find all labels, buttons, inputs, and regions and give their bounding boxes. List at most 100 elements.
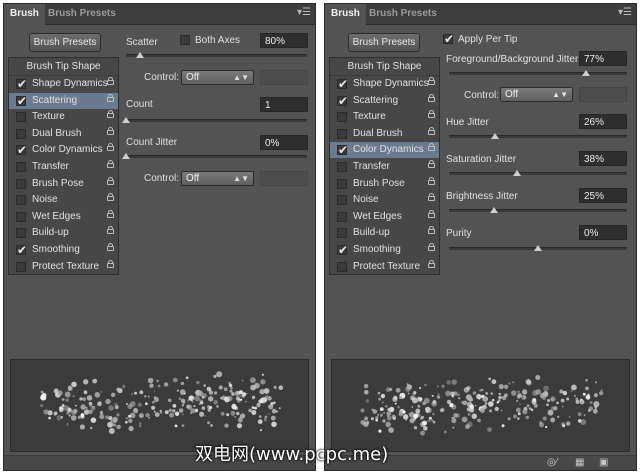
list-item-checkbox[interactable]: [337, 195, 347, 206]
list-item[interactable]: ✔ Color Dynamics: [9, 142, 118, 158]
purity-slider[interactable]: [449, 245, 627, 251]
lock-icon[interactable]: [107, 126, 114, 135]
panel-menu-icon[interactable]: ▾☰: [297, 7, 311, 18]
list-item[interactable]: ✔ Smoothing: [330, 242, 439, 258]
lock-icon[interactable]: [428, 209, 435, 218]
brightness-jitter-slider-thumb[interactable]: [489, 207, 498, 213]
list-item-brush-tip-shape[interactable]: Brush Tip Shape: [330, 58, 439, 76]
list-item-checkbox[interactable]: ✔: [16, 243, 27, 257]
brightness-jitter-value-field[interactable]: 25%: [579, 188, 627, 203]
brightness-jitter-slider[interactable]: [449, 207, 627, 213]
purity-value-field[interactable]: 0%: [579, 225, 627, 240]
list-item[interactable]: ✔ Scattering: [9, 92, 118, 109]
control-select[interactable]: Off ▲▼: [181, 70, 254, 85]
lock-icon[interactable]: [107, 160, 114, 168]
list-item-checkbox[interactable]: [16, 128, 26, 139]
list-item[interactable]: Protect Texture: [9, 259, 118, 275]
lock-icon[interactable]: [107, 176, 114, 185]
list-item[interactable]: Brush Pose: [330, 176, 439, 192]
both-axes-checkbox[interactable]: [180, 35, 190, 45]
lock-icon[interactable]: [107, 110, 114, 119]
lock-icon[interactable]: [107, 209, 114, 218]
lock-icon[interactable]: [428, 193, 435, 202]
list-item[interactable]: ✔ Shape Dynamics: [330, 76, 439, 92]
list-item[interactable]: Build-up: [330, 225, 439, 241]
list-item[interactable]: Transfer: [330, 159, 439, 175]
lock-icon[interactable]: [428, 126, 435, 135]
count-value-field[interactable]: 1: [260, 97, 308, 112]
list-item-checkbox[interactable]: [16, 195, 26, 206]
lock-icon[interactable]: [107, 143, 114, 152]
list-item[interactable]: Build-up: [9, 225, 118, 241]
list-item[interactable]: Protect Texture: [330, 259, 439, 275]
lock-icon[interactable]: [428, 110, 435, 119]
list-item-checkbox[interactable]: ✔: [337, 94, 348, 108]
list-item-checkbox[interactable]: [16, 178, 26, 189]
tab-brush[interactable]: Brush: [4, 4, 45, 25]
list-item[interactable]: ✔ Scattering: [330, 93, 439, 109]
list-item-checkbox[interactable]: [337, 228, 347, 239]
hue-jitter-value-field[interactable]: 26%: [579, 114, 627, 129]
lock-icon[interactable]: [428, 226, 435, 235]
toggle-preview-icon[interactable]: ◎⁄: [547, 457, 557, 468]
list-item[interactable]: Wet Edges: [330, 209, 439, 225]
apply-per-tip-checkbox[interactable]: ✔: [443, 32, 454, 46]
list-item-checkbox[interactable]: ✔: [16, 94, 27, 108]
panel-menu-icon[interactable]: ▾☰: [618, 7, 632, 18]
fg-bg-jitter-slider-thumb[interactable]: [582, 70, 591, 76]
list-item-checkbox[interactable]: [16, 228, 26, 239]
list-item[interactable]: ✔ Smoothing: [9, 242, 118, 258]
hue-jitter-slider[interactable]: [449, 133, 627, 139]
count-jitter-slider-thumb[interactable]: [122, 153, 130, 159]
scatter-slider[interactable]: [126, 52, 307, 58]
purity-slider-thumb[interactable]: [534, 245, 542, 251]
scatter-slider-thumb[interactable]: [136, 52, 145, 58]
list-item-checkbox[interactable]: ✔: [16, 77, 27, 91]
lock-icon[interactable]: [107, 77, 114, 85]
tab-brush[interactable]: Brush: [325, 4, 366, 25]
lock-icon[interactable]: [428, 93, 435, 102]
list-item[interactable]: Dual Brush: [330, 126, 439, 142]
list-item[interactable]: Wet Edges: [9, 209, 118, 225]
lock-icon[interactable]: [107, 243, 114, 251]
list-item[interactable]: Brush Pose: [9, 176, 118, 192]
list-item-checkbox[interactable]: [337, 112, 347, 123]
scatter-value-field[interactable]: 80%: [260, 33, 308, 48]
new-preset-icon[interactable]: ▣: [599, 457, 608, 468]
list-item[interactable]: Noise: [9, 192, 118, 208]
saturation-jitter-slider[interactable]: [449, 170, 627, 176]
count-slider[interactable]: [122, 117, 307, 123]
list-item-checkbox[interactable]: [16, 261, 26, 272]
count-slider-thumb[interactable]: [122, 117, 130, 123]
lock-icon[interactable]: [107, 193, 114, 202]
list-item-checkbox[interactable]: ✔: [337, 243, 348, 257]
grid-icon[interactable]: ▦: [575, 457, 584, 468]
fg-bg-jitter-slider[interactable]: [449, 70, 627, 76]
control-select[interactable]: Off ▲▼: [500, 87, 573, 102]
list-item[interactable]: Texture: [330, 109, 439, 125]
count-jitter-value-field[interactable]: 0%: [260, 135, 308, 150]
tab-brush-presets[interactable]: Brush Presets: [363, 4, 443, 24]
count-jitter-slider[interactable]: [122, 153, 307, 159]
control-select-2[interactable]: Off ▲▼: [181, 171, 254, 186]
saturation-jitter-slider-thumb[interactable]: [512, 170, 521, 176]
lock-icon[interactable]: [107, 93, 114, 102]
list-item-checkbox[interactable]: [337, 178, 347, 189]
list-item-checkbox[interactable]: ✔: [337, 77, 348, 91]
list-item-checkbox[interactable]: [16, 162, 26, 172]
fg-bg-jitter-value-field[interactable]: 77%: [579, 51, 627, 66]
brush-presets-button[interactable]: Brush Presets: [348, 33, 420, 52]
tab-brush-presets[interactable]: Brush Presets: [42, 4, 122, 24]
brush-presets-button[interactable]: Brush Presets: [29, 33, 101, 52]
list-item[interactable]: ✔ Shape Dynamics: [9, 76, 118, 92]
saturation-jitter-value-field[interactable]: 38%: [579, 151, 627, 166]
list-item-checkbox[interactable]: [337, 128, 347, 139]
list-item[interactable]: ✔ Color Dynamics: [330, 142, 439, 159]
lock-icon[interactable]: [107, 226, 114, 235]
list-item-checkbox[interactable]: [16, 211, 26, 222]
list-item-checkbox[interactable]: [337, 162, 347, 172]
list-item-brush-tip-shape[interactable]: Brush Tip Shape: [9, 58, 118, 76]
lock-icon[interactable]: [428, 143, 435, 152]
list-item[interactable]: Texture: [9, 109, 118, 125]
list-item-checkbox[interactable]: ✔: [16, 143, 27, 157]
